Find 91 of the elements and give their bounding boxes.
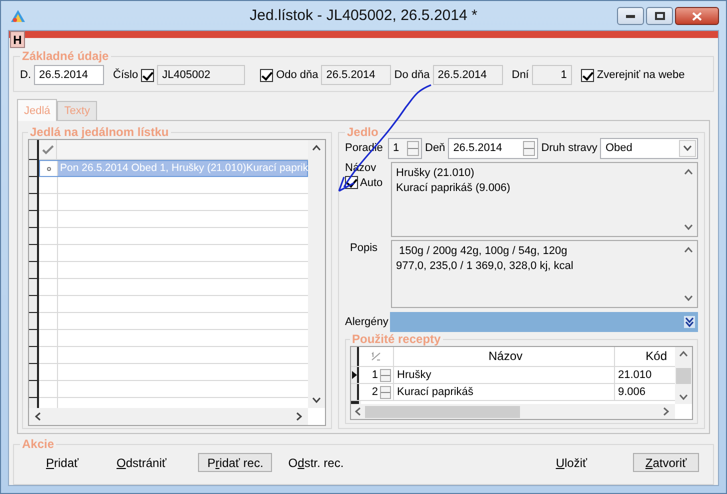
- scroll-right-icon: [296, 412, 302, 421]
- check-icon: [42, 144, 54, 154]
- action-button[interactable]: Pridať: [40, 454, 85, 472]
- meal-type-dropdown[interactable]: Obed: [600, 138, 698, 158]
- row-header[interactable]: [351, 384, 359, 400]
- bullet-icon: [46, 166, 50, 170]
- row-header[interactable]: [351, 367, 359, 383]
- scroll-up-icon: [684, 169, 693, 175]
- days-field[interactable]: 1: [532, 65, 572, 85]
- field-label: Druh stravy: [541, 142, 598, 154]
- table-cell: Kurací paprikáš: [394, 384, 615, 400]
- field-label: Popis: [349, 241, 379, 254]
- date-field[interactable]: 26.5.2014: [34, 65, 104, 85]
- spin-icon[interactable]: [523, 140, 536, 156]
- scroll-up-icon: [679, 351, 688, 357]
- group-title: Použité recepty: [351, 332, 442, 346]
- column-header[interactable]: Názov: [394, 347, 615, 366]
- field-label: Do dňa: [394, 69, 430, 81]
- vertical-scrollbar[interactable]: [308, 140, 325, 408]
- text-line: Hrušky (21.010): [396, 166, 476, 181]
- checkbox-label: Zverejniť na webe: [596, 69, 685, 81]
- number-field[interactable]: JL405002: [157, 65, 246, 85]
- table-cell: 2: [372, 386, 378, 398]
- text-line: 150g / 200g 42g, 100g / 54g, 120g: [398, 244, 568, 259]
- scroll-left-icon: [355, 407, 361, 416]
- close-button[interactable]: [675, 7, 719, 25]
- field-label: D.: [20, 69, 31, 81]
- group-title: Jedlá na jedálnom lístku: [29, 125, 170, 139]
- minimize-button[interactable]: [617, 7, 644, 25]
- field-label: Alergény: [345, 316, 388, 328]
- app-icon: [10, 8, 26, 22]
- scroll-thumb[interactable]: [676, 368, 691, 384]
- table-cell-text: 9.006: [617, 385, 647, 400]
- maximize-button[interactable]: [646, 7, 673, 25]
- sort-icon: [370, 351, 382, 362]
- maximize-icon: [654, 12, 664, 20]
- text-line: Kurací paprikáš (9.006): [396, 181, 512, 196]
- checkbox[interactable]: [260, 68, 274, 82]
- name-text-area[interactable]: Hrušky (21.010) Kurací paprikáš (9.006): [391, 162, 698, 237]
- horizontal-scrollbar[interactable]: [351, 404, 675, 419]
- order-spinner[interactable]: 1: [388, 138, 422, 158]
- spinner-value: 1: [392, 142, 400, 154]
- current-row-icon: [352, 371, 356, 379]
- column-header[interactable]: Kód: [615, 347, 675, 366]
- group-title: Jedlo: [346, 125, 380, 139]
- header-button[interactable]: H: [10, 31, 25, 48]
- action-button[interactable]: Odstrániť: [110, 454, 172, 472]
- scroll-up-icon: [684, 247, 693, 253]
- checkbox[interactable]: [141, 68, 154, 82]
- action-button[interactable]: Pridať rec.: [198, 453, 272, 472]
- scroll-left-icon: [35, 412, 41, 421]
- scroll-thumb[interactable]: [365, 406, 520, 418]
- field-label: Dní: [512, 69, 529, 81]
- day-spinner[interactable]: 26.5.2014: [448, 138, 538, 158]
- scroll-down-icon: [684, 295, 693, 301]
- date-from-field[interactable]: 26.5.2014: [321, 65, 392, 85]
- group-title: Akcie: [21, 437, 56, 451]
- group-title: Základné údaje: [21, 49, 110, 63]
- minimize-icon: [626, 14, 635, 18]
- dropdown-value: Obed: [604, 142, 634, 154]
- spinner-value: 26.5.2014: [452, 142, 504, 154]
- spin-icon[interactable]: [380, 368, 391, 382]
- table-cell: Hrušky: [394, 367, 615, 383]
- allergens-field[interactable]: [390, 312, 698, 332]
- spin-icon[interactable]: [407, 140, 419, 156]
- checkbox-label: Auto: [360, 176, 383, 188]
- table-cell: 1: [372, 369, 378, 381]
- spin-icon[interactable]: [380, 386, 391, 398]
- text-line: 977,0, 235,0 / 1 369,0, 328,0 kj, kcal: [396, 259, 574, 274]
- scroll-down-icon: [312, 397, 321, 403]
- action-button[interactable]: Odstr. rec.: [282, 454, 350, 472]
- scroll-down-icon: [684, 224, 693, 230]
- field-label: Odo dňa: [276, 69, 318, 81]
- action-button[interactable]: Zatvoriť: [633, 453, 699, 472]
- chevron-down-icon: [683, 145, 692, 151]
- scroll-up-icon: [312, 145, 321, 151]
- scroll-down-icon: [679, 394, 688, 400]
- date-to-field[interactable]: 26.5.2014: [432, 65, 503, 85]
- table-cell: Pon 26.5.2014 Obed 1, Hrušky (21.010)Kurací paprik: [58, 161, 307, 176]
- table-cell-text: 21.010: [617, 368, 653, 383]
- close-icon: [692, 12, 702, 20]
- action-button[interactable]: Uložiť: [550, 454, 593, 472]
- double-chevron-icon: [684, 316, 695, 328]
- vertical-scrollbar[interactable]: [675, 347, 692, 404]
- window-title: Jed.lístok - JL405002, 26.5.2014 *: [250, 7, 478, 24]
- description-text-area[interactable]: 150g / 200g 42g, 100g / 54g, 120g 977,0, 235,0 / 1 369,0, 328,0 kj, kcal: [391, 240, 698, 308]
- scroll-right-icon: [663, 407, 669, 416]
- field-label: Deň: [425, 142, 446, 154]
- horizontal-scrollbar[interactable]: [29, 408, 308, 425]
- field-label: Číslo: [113, 69, 138, 81]
- checkbox[interactable]: [580, 68, 594, 82]
